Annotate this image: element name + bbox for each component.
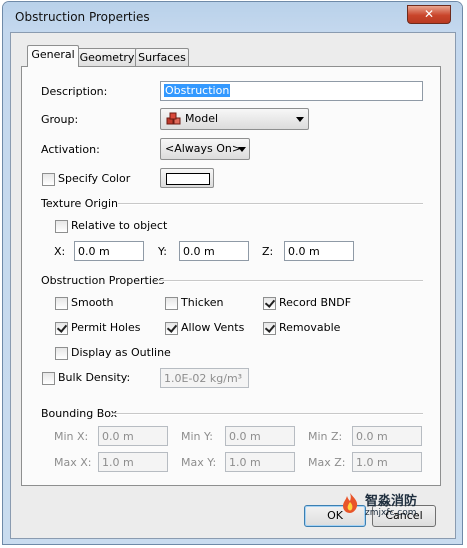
removable-checkbox[interactable] [263, 322, 276, 335]
tab-geometry[interactable]: Geometry [77, 48, 137, 67]
color-swatch [166, 173, 210, 185]
window-title: Obstruction Properties [15, 10, 150, 24]
min-y-input[interactable]: 0.0 m [225, 426, 295, 446]
texture-x-label: X: [54, 245, 66, 258]
flame-logo-icon [343, 493, 358, 513]
texture-x-input[interactable]: 0.0 m [74, 241, 144, 261]
allow-vents-label: Allow Vents [181, 321, 245, 334]
thicken-checkbox[interactable] [165, 297, 178, 310]
relative-to-object-checkbox[interactable] [55, 220, 68, 233]
smooth-checkbox[interactable] [55, 297, 68, 310]
activation-value: <Always On> [165, 142, 242, 155]
max-z-label: Max Z: [308, 456, 346, 469]
min-z-input[interactable]: 0.0 m [352, 426, 422, 446]
allow-vents-checkbox[interactable] [165, 322, 178, 335]
permit-holes-checkbox[interactable] [55, 322, 68, 335]
record-bndf-checkbox[interactable] [263, 297, 276, 310]
activation-select[interactable]: <Always On> [160, 138, 250, 160]
chevron-down-icon [238, 147, 246, 152]
max-x-label: Max X: [54, 456, 92, 469]
group-icon [166, 112, 181, 125]
watermark-text-url: zmjxfc.com [365, 508, 417, 518]
texture-y-label: Y: [158, 245, 167, 258]
obstruction-properties-heading: Obstruction Properties [41, 274, 165, 287]
tab-general[interactable]: General [27, 45, 79, 67]
group-value: Model [185, 112, 219, 125]
max-z-input[interactable]: 1.0 m [352, 452, 422, 472]
max-x-input[interactable]: 1.0 m [98, 452, 168, 472]
smooth-label: Smooth [71, 296, 114, 309]
description-value: Obstruction [164, 84, 231, 97]
specify-color-checkbox[interactable] [42, 173, 55, 186]
group-label: Group: [41, 113, 79, 126]
description-label: Description: [41, 85, 108, 98]
min-y-label: Min Y: [181, 430, 213, 443]
texture-origin-divider [118, 203, 423, 205]
bulk-density-checkbox[interactable] [42, 372, 55, 385]
bulk-density-label: Bulk Density: [58, 371, 131, 384]
bulk-density-input[interactable]: 1.0E-02 kg/m³ [160, 368, 249, 388]
texture-origin-heading: Texture Origin [41, 197, 119, 210]
title-bar[interactable]: Obstruction Properties ✕ [3, 2, 462, 32]
texture-z-input[interactable]: 0.0 m [284, 241, 354, 261]
relative-to-object-label: Relative to object [71, 219, 168, 232]
max-y-label: Max Y: [181, 456, 217, 469]
display-as-outline-checkbox[interactable] [55, 347, 68, 360]
min-x-input[interactable]: 0.0 m [98, 426, 168, 446]
display-as-outline-label: Display as Outline [71, 346, 171, 359]
tab-surfaces[interactable]: Surfaces [135, 48, 189, 67]
chevron-down-icon [296, 117, 304, 122]
specify-color-label: Specify Color [58, 172, 131, 185]
removable-label: Removable [279, 321, 341, 334]
permit-holes-label: Permit Holes [71, 321, 141, 334]
bounding-box-divider [112, 413, 423, 415]
watermark-text-cn: 智淼消防 [365, 494, 418, 509]
description-input[interactable]: Obstruction [160, 81, 423, 101]
max-y-input[interactable]: 1.0 m [225, 452, 295, 472]
color-swatch-button[interactable] [160, 168, 214, 188]
bounding-box-heading: Bounding Box [41, 407, 118, 420]
texture-y-input[interactable]: 0.0 m [179, 241, 249, 261]
thicken-label: Thicken [181, 296, 224, 309]
close-button[interactable]: ✕ [407, 5, 451, 24]
obstruction-properties-divider [157, 280, 423, 282]
activation-label: Activation: [41, 143, 100, 156]
group-select[interactable]: Model [160, 108, 309, 130]
texture-z-label: Z: [262, 245, 274, 258]
min-z-label: Min Z: [308, 430, 343, 443]
record-bndf-label: Record BNDF [279, 296, 352, 309]
watermark-logo: 智淼消防 zmjxfc.com [335, 486, 439, 526]
min-x-label: Min X: [54, 430, 89, 443]
